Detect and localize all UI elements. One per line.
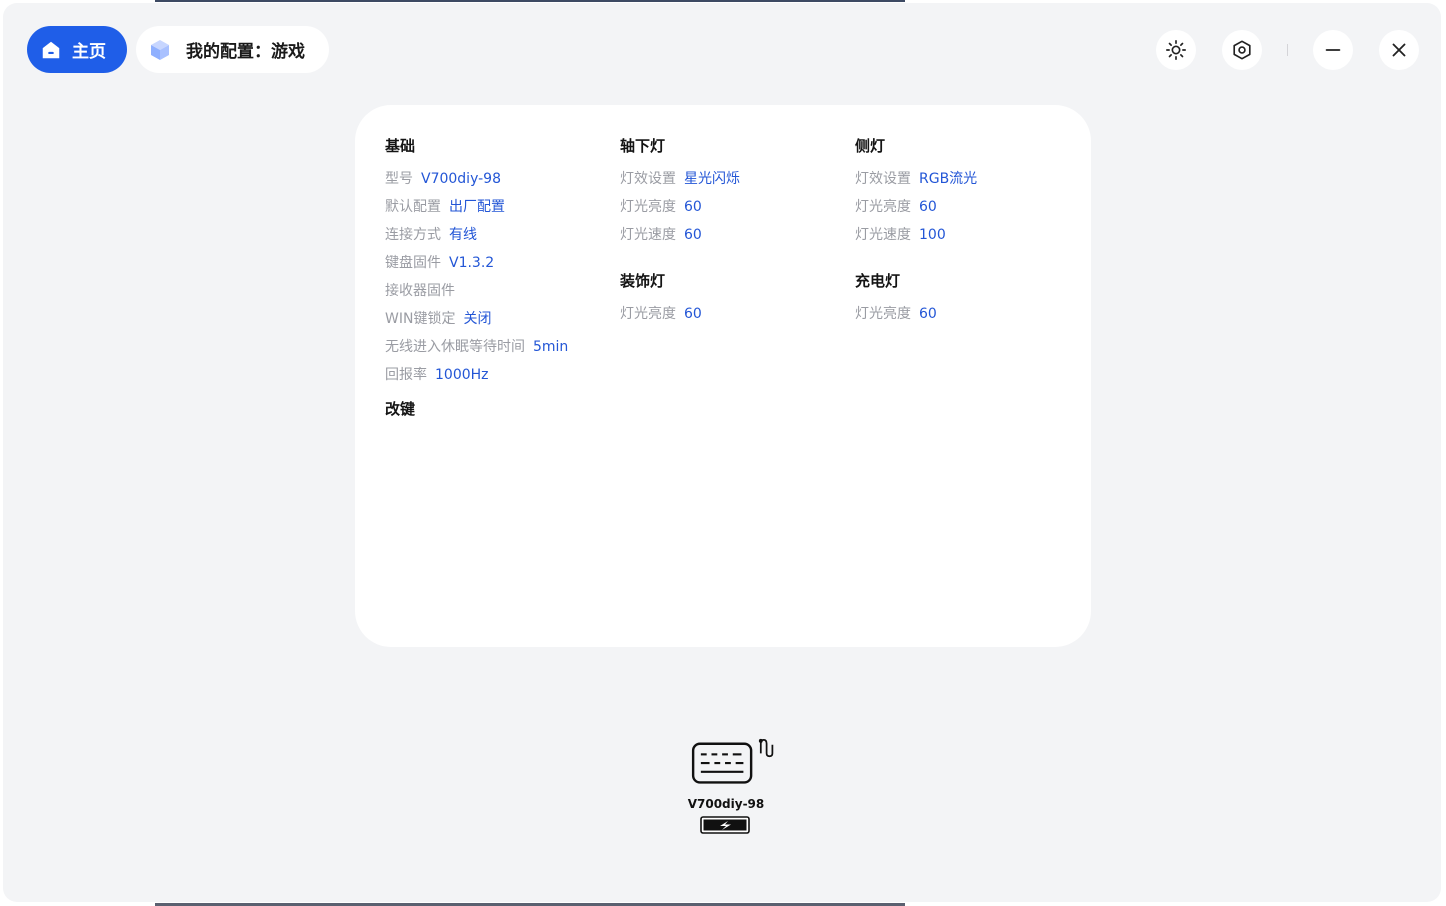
side-light-brightness-row: 灯光亮度 60 [855,199,937,215]
config-summary-card: 基础 型号 V700diy-98 默认配置 出厂配置 连接方式 有线 键盘固件 V1.3… [355,105,1091,647]
hexagon-settings-icon [1233,40,1251,60]
basics-title: 基础 [385,137,416,155]
info-row-receiver-firmware: 接收器固件 [385,283,455,299]
side-light-effect-row: 灯效设置 RGB流光 [855,171,978,187]
minimize-icon [1325,49,1341,51]
side-light-column: 侧灯 灯效设置 RGB流光 灯光亮度 60 灯光速度 100 充电灯 灯光亮度 60 [855,136,1085,332]
info-row-model: 型号 V700diy-98 [385,171,501,187]
minimize-button[interactable] [1313,30,1353,70]
toolbar-divider [1287,44,1288,56]
charge-light-brightness-row: 灯光亮度 60 [855,306,937,322]
close-icon [1392,43,1406,57]
charge-light-title: 充电灯 [855,272,901,290]
under-light-speed-row: 灯光速度 60 [620,227,702,243]
deco-light-title: 装饰灯 [620,272,666,290]
side-light-speed-row: 灯光速度 100 [855,227,946,243]
key-light-column: 轴下灯 灯效设置 星光闪烁 灯光亮度 60 灯光速度 60 装饰灯 灯光亮度 60 [620,136,850,332]
background-edge-top [155,0,905,2]
close-button[interactable] [1379,30,1419,70]
info-row-polling-rate: 回报率 1000Hz [385,367,489,383]
current-config-button[interactable]: 我的配置：游戏 [136,26,329,73]
theme-toggle-button[interactable] [1156,30,1196,70]
home-button-label: 主页 [72,42,106,62]
info-row-win-lock: WIN键锁定 关闭 [385,311,492,327]
info-row-sleep-timeout: 无线进入休眠等待时间 5min [385,339,569,355]
home-icon [42,41,60,58]
under-light-title: 轴下灯 [620,137,666,155]
info-row-keyboard-firmware: 键盘固件 V1.3.2 [385,255,495,271]
connected-device[interactable]: V700diy-98 [676,736,776,836]
device-name: V700diy-98 [687,797,765,811]
info-row-connection: 连接方式 有线 [385,227,477,243]
app-window: 主页 我的配置：游戏 基础 型号 V700diy-98 默认配置 出厂配置 连接… [3,3,1441,902]
info-row-default-config: 默认配置 出厂配置 [385,199,505,215]
sun-icon [1166,40,1186,60]
battery-charging-icon [700,816,750,834]
remap-title: 改键 [385,400,416,418]
keyboard-wired-icon [691,738,774,784]
settings-button[interactable] [1222,30,1262,70]
under-light-brightness-row: 灯光亮度 60 [620,199,702,215]
deco-light-brightness-row: 灯光亮度 60 [620,306,702,322]
cube-icon [151,39,169,60]
side-light-title: 侧灯 [855,137,886,155]
basics-column: 基础 型号 V700diy-98 默认配置 出厂配置 连接方式 有线 键盘固件 V1.3… [385,136,615,432]
under-light-effect-row: 灯效设置 星光闪烁 [620,171,740,187]
home-button[interactable]: 主页 [27,26,127,73]
current-config-label: 我的配置：游戏 [186,42,305,62]
